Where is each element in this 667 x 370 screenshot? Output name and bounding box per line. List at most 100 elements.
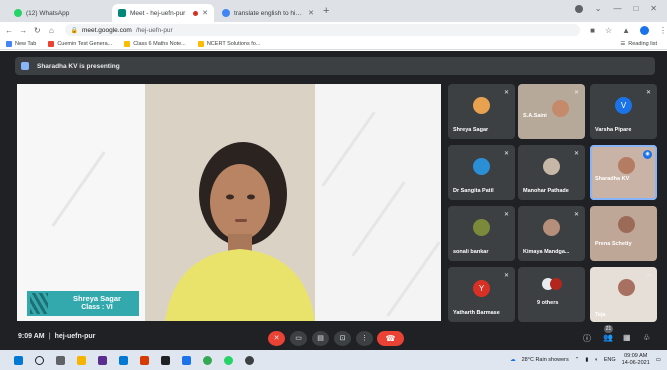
participant-tile[interactable]: ✕ sonali bankar xyxy=(448,206,515,261)
participant-tile[interactable]: ✕ Shreya Sagar xyxy=(448,84,515,139)
volume-icon[interactable]: ◖ xyxy=(594,357,597,363)
info-icon[interactable]: ⓘ xyxy=(583,333,591,344)
avatar[interactable] xyxy=(640,25,650,35)
participant-tile[interactable]: ✕ Manohar Pathade xyxy=(518,145,585,200)
notification-icon[interactable]: ▭ xyxy=(656,357,661,363)
back-icon[interactable]: ← xyxy=(4,26,14,35)
participant-tile[interactable]: ✕ Teja xyxy=(590,267,657,322)
minimize-icon[interactable]: — xyxy=(613,4,621,13)
presenting-banner: Sharadha KV is presenting xyxy=(15,57,655,75)
activities-icon[interactable]: ♧ xyxy=(643,333,650,342)
chevron-down-icon[interactable]: ⌄ xyxy=(595,4,602,13)
start-icon[interactable] xyxy=(14,355,23,365)
participant-tile[interactable]: ✕ S.A.Saini xyxy=(518,84,585,139)
mic-off-icon: ✕ xyxy=(503,212,509,218)
task-view-icon[interactable] xyxy=(56,355,65,365)
participant-tile[interactable]: ✕ V Varsha Pipare xyxy=(590,84,657,139)
address-bar[interactable]: 🔒 meet.google.com/hej-uefn-pur xyxy=(64,24,581,36)
camera-icon[interactable]: ■ xyxy=(590,26,595,35)
url-path: /hej-uefn-pur xyxy=(135,26,173,34)
star-icon[interactable]: ☆ xyxy=(605,26,612,35)
new-tab-button[interactable]: + xyxy=(323,5,329,17)
others-tile[interactable]: 9 others xyxy=(518,267,585,322)
bookmark-new-tab[interactable]: New Tab xyxy=(6,40,36,47)
participant-name: Manohar Pathade xyxy=(523,188,569,194)
separator: | xyxy=(48,333,51,340)
close-icon[interactable]: ✕ xyxy=(308,9,314,17)
mic-off-icon: ✕ xyxy=(503,90,509,96)
recording-dot-icon xyxy=(193,10,199,16)
network-icon[interactable]: ▮ xyxy=(585,357,588,363)
speaker-class: Class : VI xyxy=(81,304,113,311)
app-icon[interactable] xyxy=(161,355,170,365)
language-indicator[interactable]: ENG xyxy=(604,357,616,363)
menu-icon[interactable]: ⋮ xyxy=(659,26,667,35)
close-icon[interactable]: ✕ xyxy=(202,9,208,17)
participant-tile[interactable]: ✕ Dr Sangita Patil xyxy=(448,145,515,200)
mic-off-button[interactable]: ✕ xyxy=(268,331,285,346)
avatar xyxy=(543,219,560,236)
tab-label: translate english to hindi - Goog xyxy=(234,9,305,17)
folder-icon xyxy=(197,40,204,47)
participant-name: Yatharth Barmase xyxy=(453,310,500,316)
tab-meet[interactable]: Meet - hej-uefn-pur ✕ xyxy=(112,4,214,22)
participant-name: Kimaya Mandga... xyxy=(523,249,570,255)
speaking-indicator-icon: ◉ xyxy=(643,150,652,159)
decorative-slashes xyxy=(30,293,48,314)
store-icon[interactable] xyxy=(98,355,107,365)
main-video-stage[interactable] xyxy=(17,84,441,321)
bookmark-label: Cuemin Test Genera... xyxy=(57,40,113,47)
avatar xyxy=(550,278,562,290)
tab-google-search[interactable]: translate english to hindi - Goog ✕ xyxy=(216,4,320,22)
speaker-name: Shreya Sagar xyxy=(73,294,121,303)
people-icon[interactable]: 👥 xyxy=(603,333,613,342)
office-icon[interactable] xyxy=(140,355,149,365)
bookmark-ncert[interactable]: NCERT Solutions fo... xyxy=(197,40,260,47)
participant-tile[interactable]: ✕ Kimaya Mandga... xyxy=(518,206,585,261)
speaker-silhouette xyxy=(165,142,315,321)
more-options-button[interactable]: ⋮ xyxy=(356,331,373,346)
folder-icon xyxy=(124,40,131,47)
participant-tile[interactable]: Prena Schetty xyxy=(590,206,657,261)
windows-taskbar: ☁ 28°C Rain showers ⌃ ▮ ◖ ENG 09:09 AM 1… xyxy=(0,350,667,370)
home-icon[interactable]: ⌂ xyxy=(46,26,56,35)
weather-icon[interactable]: ☁ xyxy=(510,357,516,363)
video-face xyxy=(618,157,635,174)
search-icon[interactable] xyxy=(35,355,44,365)
clock-time: 09:09 AM xyxy=(624,353,648,359)
video-face xyxy=(618,216,635,233)
forward-icon[interactable]: → xyxy=(18,26,28,35)
file-explorer-icon[interactable] xyxy=(77,355,86,365)
end-call-button[interactable]: ☎ xyxy=(377,331,404,346)
app-icon[interactable] xyxy=(245,355,254,365)
bookmark-icon xyxy=(48,40,55,47)
profile-dot-icon[interactable] xyxy=(574,4,583,13)
chevron-up-icon[interactable]: ⌃ xyxy=(575,357,580,363)
reload-icon[interactable]: ↻ xyxy=(32,26,42,35)
reading-list-button[interactable]: ☰ Reading list xyxy=(620,41,657,47)
chrome-icon[interactable] xyxy=(203,355,212,365)
bookmark-class6[interactable]: Class 6 Maths Note... xyxy=(124,40,186,47)
meeting-details: 9:09 AM | hej-uefn-pur xyxy=(18,333,95,340)
whatsapp-icon[interactable] xyxy=(224,355,233,365)
chat-icon[interactable]: ▦ xyxy=(623,333,631,342)
captions-button[interactable]: ▤ xyxy=(312,331,329,346)
reading-list-label: Reading list xyxy=(628,40,657,47)
weather-text[interactable]: 28°C Rain showers xyxy=(522,357,569,363)
mail-icon[interactable] xyxy=(119,355,128,365)
app-icon[interactable] xyxy=(182,355,191,365)
avatar xyxy=(473,158,490,175)
present-button[interactable]: ⊡ xyxy=(334,331,351,346)
mic-off-icon: ✕ xyxy=(573,90,579,96)
close-window-icon[interactable]: ✕ xyxy=(650,4,657,13)
extension-icon[interactable]: ▲ xyxy=(622,26,630,35)
meet-control-bar: 9:09 AM | hej-uefn-pur ✕ ▭ ▤ ⊡ ⋮ ☎ ⓘ 👥 21 … xyxy=(0,325,667,350)
camera-button[interactable]: ▭ xyxy=(290,331,307,346)
mic-off-icon: ✕ xyxy=(503,151,509,157)
maximize-icon[interactable]: □ xyxy=(633,4,638,13)
avatar-letter: Y xyxy=(473,280,490,297)
bookmark-cuemin[interactable]: Cuemin Test Genera... xyxy=(48,40,113,47)
participant-tile[interactable]: ✕ Y Yatharth Barmase xyxy=(448,267,515,322)
clock[interactable]: 09:09 AM 14-06-2021 xyxy=(622,353,650,367)
participant-tile[interactable]: ◉ Sharadha KV xyxy=(590,145,657,200)
